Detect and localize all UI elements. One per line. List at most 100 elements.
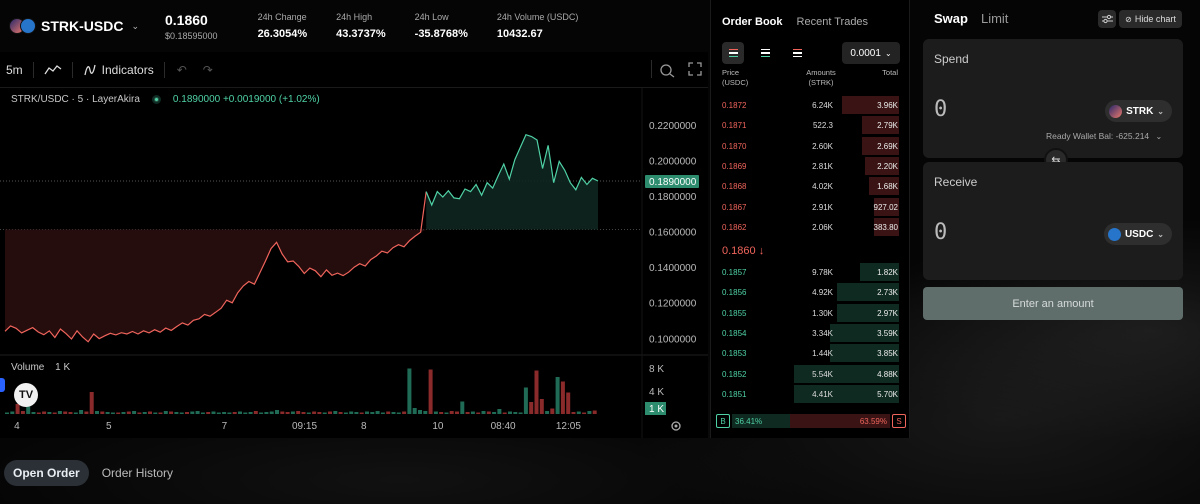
sliders-icon <box>1101 14 1113 24</box>
volume-bar <box>190 411 195 414</box>
row-total: 2.97K <box>877 308 898 318</box>
spend-token-select[interactable]: STRK ⌄ <box>1105 100 1172 122</box>
status-dot-icon <box>151 95 161 104</box>
price-chart[interactable]: 5m Indicators ↶ ↷ STRK/USDC · 5 · LayerA… <box>0 52 708 438</box>
row-price: 0.1851 <box>722 389 747 399</box>
bid-row[interactable]: 0.1852 5.54K 4.88K <box>711 364 909 383</box>
price-main: 0.1860 <box>165 11 208 28</box>
volume-bar <box>89 392 94 414</box>
volume-bar <box>375 411 380 414</box>
volume-bar <box>545 411 550 414</box>
indicators-button[interactable]: Indicators <box>83 63 154 77</box>
volume-bar <box>84 411 89 414</box>
tab-recent-trades[interactable]: Recent Trades <box>797 16 869 28</box>
tab-order-book[interactable]: Order Book <box>722 16 783 28</box>
row-amount: 522.3 <box>812 121 833 131</box>
volume-bar <box>185 412 189 414</box>
chart-toolbar: 5m Indicators ↶ ↷ <box>0 52 708 88</box>
bid-row[interactable]: 0.1854 3.34K 3.59K <box>711 323 909 342</box>
volume-bar <box>555 377 560 414</box>
drawing-panel-handle[interactable] <box>0 378 5 392</box>
bid-row[interactable]: 0.1851 4.41K 5.70K <box>711 384 909 403</box>
volume-bar <box>253 411 258 414</box>
volume-bar <box>470 411 475 414</box>
volume-bar <box>560 381 565 414</box>
redo-icon[interactable]: ↷ <box>203 63 213 77</box>
volume-bar <box>587 411 592 414</box>
tradingview-logo[interactable]: TV <box>14 383 38 407</box>
ask-row[interactable]: 0.1862 2.06K 383.80 <box>711 217 909 236</box>
volume-bar <box>460 401 465 414</box>
ask-row[interactable]: 0.1872 6.24K 3.96K <box>711 96 909 114</box>
divider <box>651 60 652 78</box>
ask-row[interactable]: 0.1868 4.02K 1.68K <box>711 177 909 196</box>
fullscreen-icon[interactable] <box>688 62 702 76</box>
chart-type-icon[interactable] <box>44 64 62 76</box>
volume-bar <box>317 412 322 414</box>
volume-bar <box>343 412 348 414</box>
chart-settings-icon[interactable] <box>670 420 682 435</box>
current-volume-tag <box>645 402 666 415</box>
ask-row[interactable]: 0.1869 2.81K 2.20K <box>711 156 909 175</box>
row-price: 0.1854 <box>722 328 747 338</box>
tab-limit[interactable]: Limit <box>981 11 1008 26</box>
buy-sell-ratio: B 36.41% 63.59% S <box>716 414 906 428</box>
bid-row[interactable]: 0.1857 9.78K 1.82K <box>711 263 909 281</box>
view-both-icon[interactable] <box>722 42 744 64</box>
stat-24h-high: 24h High 43.3737% <box>336 12 386 40</box>
hide-chart-label: Hide chart <box>1134 14 1176 24</box>
last-price: 0.1860 $0.18595000 <box>165 12 218 41</box>
hide-chart-button[interactable]: ⊘ Hide chart <box>1119 10 1182 28</box>
divider <box>71 61 73 78</box>
tick-size-select[interactable]: 0.0001 ⌄ <box>842 42 900 64</box>
row-total: 383.80 <box>873 222 898 232</box>
row-price: 0.1855 <box>722 308 747 318</box>
stat-label: 24h Volume (USDC) <box>496 12 579 22</box>
view-bids-icon[interactable] <box>754 42 776 64</box>
volume-bar <box>433 411 438 414</box>
ask-row[interactable]: 0.1867 2.91K 927.02 <box>711 197 909 216</box>
tab-order-history[interactable]: Order History <box>93 460 182 486</box>
volume-bar <box>73 412 78 414</box>
bid-row[interactable]: 0.1855 1.30K 2.97K <box>711 303 909 322</box>
tab-swap[interactable]: Swap <box>934 11 968 26</box>
row-amount: 1.30K <box>812 308 833 318</box>
screenshot-icon[interactable] <box>659 62 675 78</box>
receive-amount-input[interactable]: 0 <box>934 220 947 245</box>
tab-open-order[interactable]: Open Order <box>4 460 89 486</box>
order-book-tabs: Order Book Recent Trades <box>711 0 909 44</box>
price-line-up <box>425 133 599 207</box>
row-amount: 4.41K <box>812 389 833 399</box>
volume-bar <box>42 411 47 414</box>
volume-bar <box>370 412 375 414</box>
volume-bar <box>227 412 232 414</box>
time-tick-label: 7 <box>222 421 228 432</box>
row-price: 0.1856 <box>722 288 747 298</box>
bid-row[interactable]: 0.1853 1.44K 3.85K <box>711 344 909 363</box>
ask-row[interactable]: 0.1871 522.3 2.79K <box>711 116 909 135</box>
swap-settings-button[interactable] <box>1098 10 1116 28</box>
stat-value: -35.8768% <box>414 28 468 40</box>
volume-bar <box>100 411 105 414</box>
spend-amount-input[interactable]: 0 <box>934 97 947 122</box>
stat-label: 24h High <box>336 12 373 22</box>
receive-token-select[interactable]: USDC ⌄ <box>1103 223 1172 245</box>
volume-bar <box>513 412 518 414</box>
pair-selector[interactable]: STRK-USDC ⌄ <box>9 17 139 35</box>
volume-bar <box>95 411 99 414</box>
ask-row[interactable]: 0.1870 2.60K 2.69K <box>711 136 909 155</box>
eye-off-icon: ⊘ <box>1125 14 1132 24</box>
spend-token-symbol: STRK <box>1126 105 1154 117</box>
volume-bar <box>402 411 407 414</box>
bid-row[interactable]: 0.1856 4.92K 2.73K <box>711 283 909 302</box>
view-asks-icon[interactable] <box>786 42 808 64</box>
interval-selector[interactable]: 5m <box>6 63 23 77</box>
volume-bar <box>354 412 359 414</box>
undo-icon[interactable]: ↶ <box>177 63 187 77</box>
volume-bar <box>529 402 534 414</box>
spend-label: Spend <box>934 52 969 66</box>
submit-swap-button[interactable]: Enter an amount <box>923 287 1183 320</box>
chevron-down-icon[interactable]: ⌄ <box>1156 132 1163 141</box>
volume-bar <box>238 411 242 414</box>
volume-bar <box>52 412 57 414</box>
